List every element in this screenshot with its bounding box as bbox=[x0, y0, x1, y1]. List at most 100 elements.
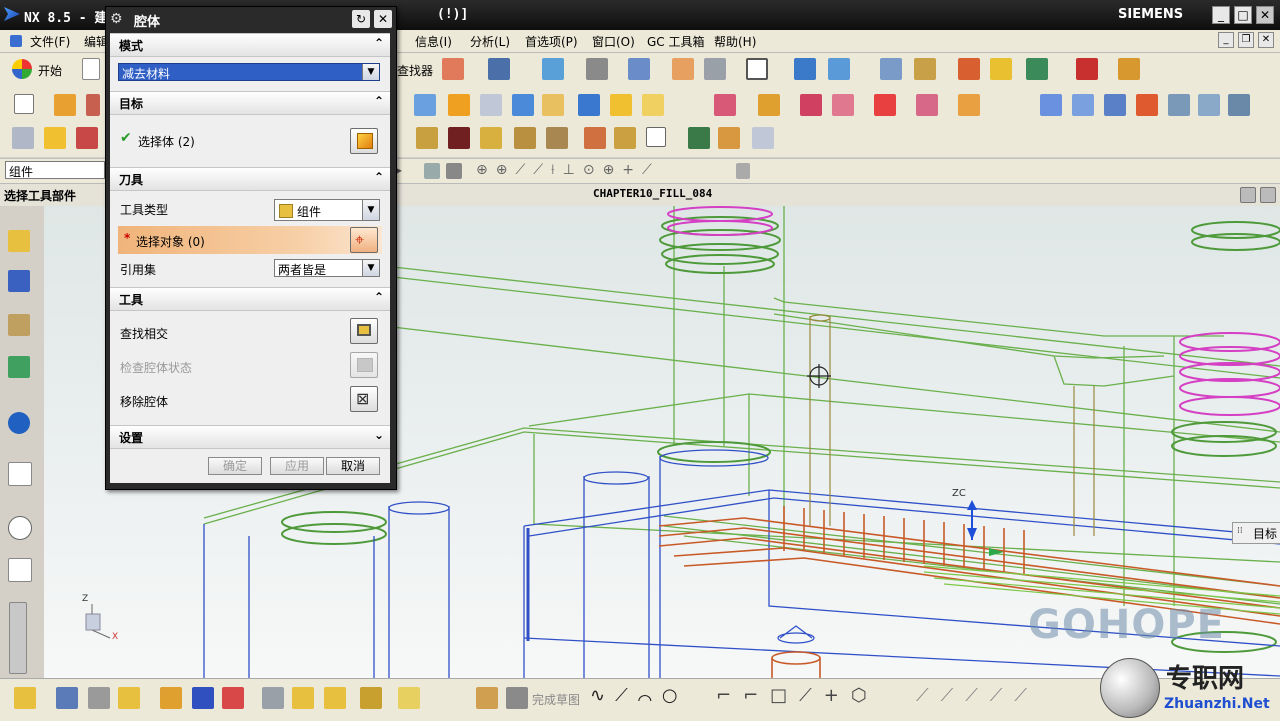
section-target[interactable]: 目标 ⌃ bbox=[110, 91, 390, 115]
select-body-label[interactable]: 选择体 (2) bbox=[138, 133, 195, 150]
cancel-button[interactable]: 取消 bbox=[326, 457, 380, 475]
offset-icon[interactable] bbox=[916, 94, 938, 116]
link-icon[interactable] bbox=[398, 687, 420, 709]
menu-window[interactable]: 窗口(O) bbox=[592, 33, 635, 50]
view-restore-icon[interactable] bbox=[1240, 187, 1256, 203]
reposition-icon[interactable] bbox=[222, 687, 244, 709]
check-status-button[interactable] bbox=[350, 352, 378, 378]
type-filter-select[interactable]: 组件 bbox=[5, 161, 105, 179]
intersect-icon[interactable] bbox=[800, 94, 822, 116]
cube-view-icon[interactable] bbox=[628, 58, 650, 80]
unite-icon[interactable] bbox=[714, 94, 736, 116]
doc-restore-button[interactable]: ❐ bbox=[1238, 32, 1254, 48]
wave-icon[interactable] bbox=[324, 687, 346, 709]
history-icon[interactable] bbox=[8, 516, 32, 540]
view-close-icon[interactable] bbox=[1260, 187, 1276, 203]
roles-icon[interactable] bbox=[8, 558, 32, 582]
start-icon[interactable] bbox=[12, 59, 32, 79]
table-icon[interactable] bbox=[614, 127, 636, 149]
constraint-icon[interactable] bbox=[480, 127, 502, 149]
finish-sketch-icon[interactable] bbox=[506, 687, 528, 709]
sew-icon[interactable] bbox=[1198, 94, 1220, 116]
finder-label[interactable]: 查找器 bbox=[397, 62, 433, 79]
minimize-button[interactable]: _ bbox=[1212, 6, 1230, 24]
doc-close-button[interactable]: ✕ bbox=[1258, 32, 1274, 48]
extrude-icon[interactable] bbox=[54, 94, 76, 116]
close-button[interactable]: ✕ bbox=[1256, 6, 1274, 24]
reset-icon[interactable]: ↻ bbox=[352, 10, 370, 28]
new-file-icon[interactable] bbox=[82, 58, 100, 80]
assembly-nav-icon[interactable] bbox=[8, 230, 30, 252]
reuse-library-icon[interactable] bbox=[8, 356, 30, 378]
menu-analysis[interactable]: 分析(L) bbox=[470, 33, 510, 50]
section-mode[interactable]: 模式 ⌃ bbox=[110, 33, 390, 57]
wcs-icon[interactable] bbox=[958, 58, 980, 80]
crosshair-icon[interactable] bbox=[584, 127, 606, 149]
image-icon[interactable] bbox=[88, 687, 110, 709]
chevron-up-icon[interactable]: ⌃ bbox=[374, 290, 384, 304]
cylinder-icon[interactable] bbox=[718, 127, 740, 149]
dialog-title-bar[interactable]: ⚙ 腔体 ↻ ✕ bbox=[106, 7, 396, 31]
fit-view-icon[interactable] bbox=[542, 58, 564, 80]
sketch-bottom-icon[interactable] bbox=[476, 687, 498, 709]
chevron-up-icon[interactable]: ⌃ bbox=[374, 170, 384, 184]
window-icon[interactable] bbox=[646, 127, 666, 147]
sequence-icon[interactable] bbox=[292, 687, 314, 709]
edit-surface-icon[interactable] bbox=[1168, 94, 1190, 116]
ref-set-select[interactable]: 两者皆是 ▼ bbox=[274, 259, 380, 277]
chart-icon[interactable] bbox=[416, 127, 438, 149]
info-window-icon[interactable] bbox=[8, 412, 30, 434]
menu-file[interactable]: 文件(F) bbox=[30, 33, 70, 50]
assembly-icon[interactable] bbox=[442, 58, 464, 80]
snap-face-icon[interactable] bbox=[446, 163, 462, 179]
mate-icon[interactable] bbox=[160, 687, 182, 709]
dialog-close-button[interactable]: ✕ bbox=[374, 10, 392, 28]
plate-icon[interactable] bbox=[480, 94, 502, 116]
mesh-icon[interactable] bbox=[1072, 94, 1094, 116]
thicken-icon[interactable] bbox=[1228, 94, 1250, 116]
section-tool[interactable]: 刀具 ⌃ bbox=[110, 167, 390, 191]
info-icon[interactable] bbox=[488, 58, 510, 80]
subtract-icon[interactable] bbox=[758, 94, 780, 116]
check-icon[interactable] bbox=[44, 127, 66, 149]
menu-preferences[interactable]: 首选项(P) bbox=[525, 33, 578, 50]
explode-icon[interactable] bbox=[262, 687, 284, 709]
sketch-edit-tools[interactable]: ⟋⟋⟋⟋⟋ bbox=[916, 685, 1039, 706]
sweep-icon[interactable] bbox=[448, 94, 470, 116]
menu-gc-toolbox[interactable]: GC 工具箱 bbox=[647, 33, 705, 50]
eye-icon[interactable] bbox=[688, 127, 710, 149]
chevron-down-icon[interactable]: ⌄ bbox=[374, 428, 384, 442]
finish-sketch-label[interactable]: 完成草图 bbox=[532, 691, 580, 708]
sketch-icon[interactable] bbox=[14, 94, 34, 114]
face-icon[interactable] bbox=[414, 94, 436, 116]
constraint-nav-icon[interactable] bbox=[8, 270, 30, 292]
measure-icon[interactable] bbox=[914, 58, 936, 80]
web-browser-icon[interactable] bbox=[8, 462, 32, 486]
section-tools[interactable]: 工具 ⌃ bbox=[110, 287, 390, 311]
film-icon[interactable] bbox=[448, 127, 470, 149]
ok-button[interactable]: 确定 bbox=[208, 457, 262, 475]
select-object-button[interactable]: ⌖ bbox=[350, 227, 378, 253]
loft-icon[interactable] bbox=[1104, 94, 1126, 116]
start-label[interactable]: 开始 bbox=[38, 62, 62, 79]
pattern-icon[interactable] bbox=[958, 94, 980, 116]
revolve-icon[interactable] bbox=[86, 94, 100, 116]
find-intersect-button[interactable] bbox=[350, 318, 378, 344]
shade-icon[interactable] bbox=[586, 58, 608, 80]
maximize-button[interactable]: □ bbox=[1234, 6, 1252, 24]
tree-icon[interactable] bbox=[546, 127, 568, 149]
apply-button[interactable]: 应用 bbox=[270, 457, 324, 475]
sketch-curve-tools[interactable]: ∿⟋⌒○ bbox=[590, 685, 688, 706]
shell-icon[interactable] bbox=[542, 94, 564, 116]
report-icon[interactable] bbox=[752, 127, 774, 149]
chevron-up-icon[interactable]: ⌃ bbox=[374, 94, 384, 108]
snap-options-icon[interactable] bbox=[736, 163, 750, 179]
snap-icon[interactable] bbox=[990, 58, 1012, 80]
block-icon[interactable] bbox=[512, 94, 534, 116]
select-object-row[interactable]: * 选择对象 (0) ⌖ bbox=[118, 226, 382, 254]
menu-help[interactable]: 帮助(H) bbox=[714, 33, 756, 50]
assembly-bottom-icon[interactable] bbox=[14, 687, 36, 709]
play-icon[interactable] bbox=[1026, 58, 1048, 80]
mode-select[interactable]: 减去材料 ▼ bbox=[118, 63, 380, 81]
stack-icon[interactable] bbox=[514, 127, 536, 149]
